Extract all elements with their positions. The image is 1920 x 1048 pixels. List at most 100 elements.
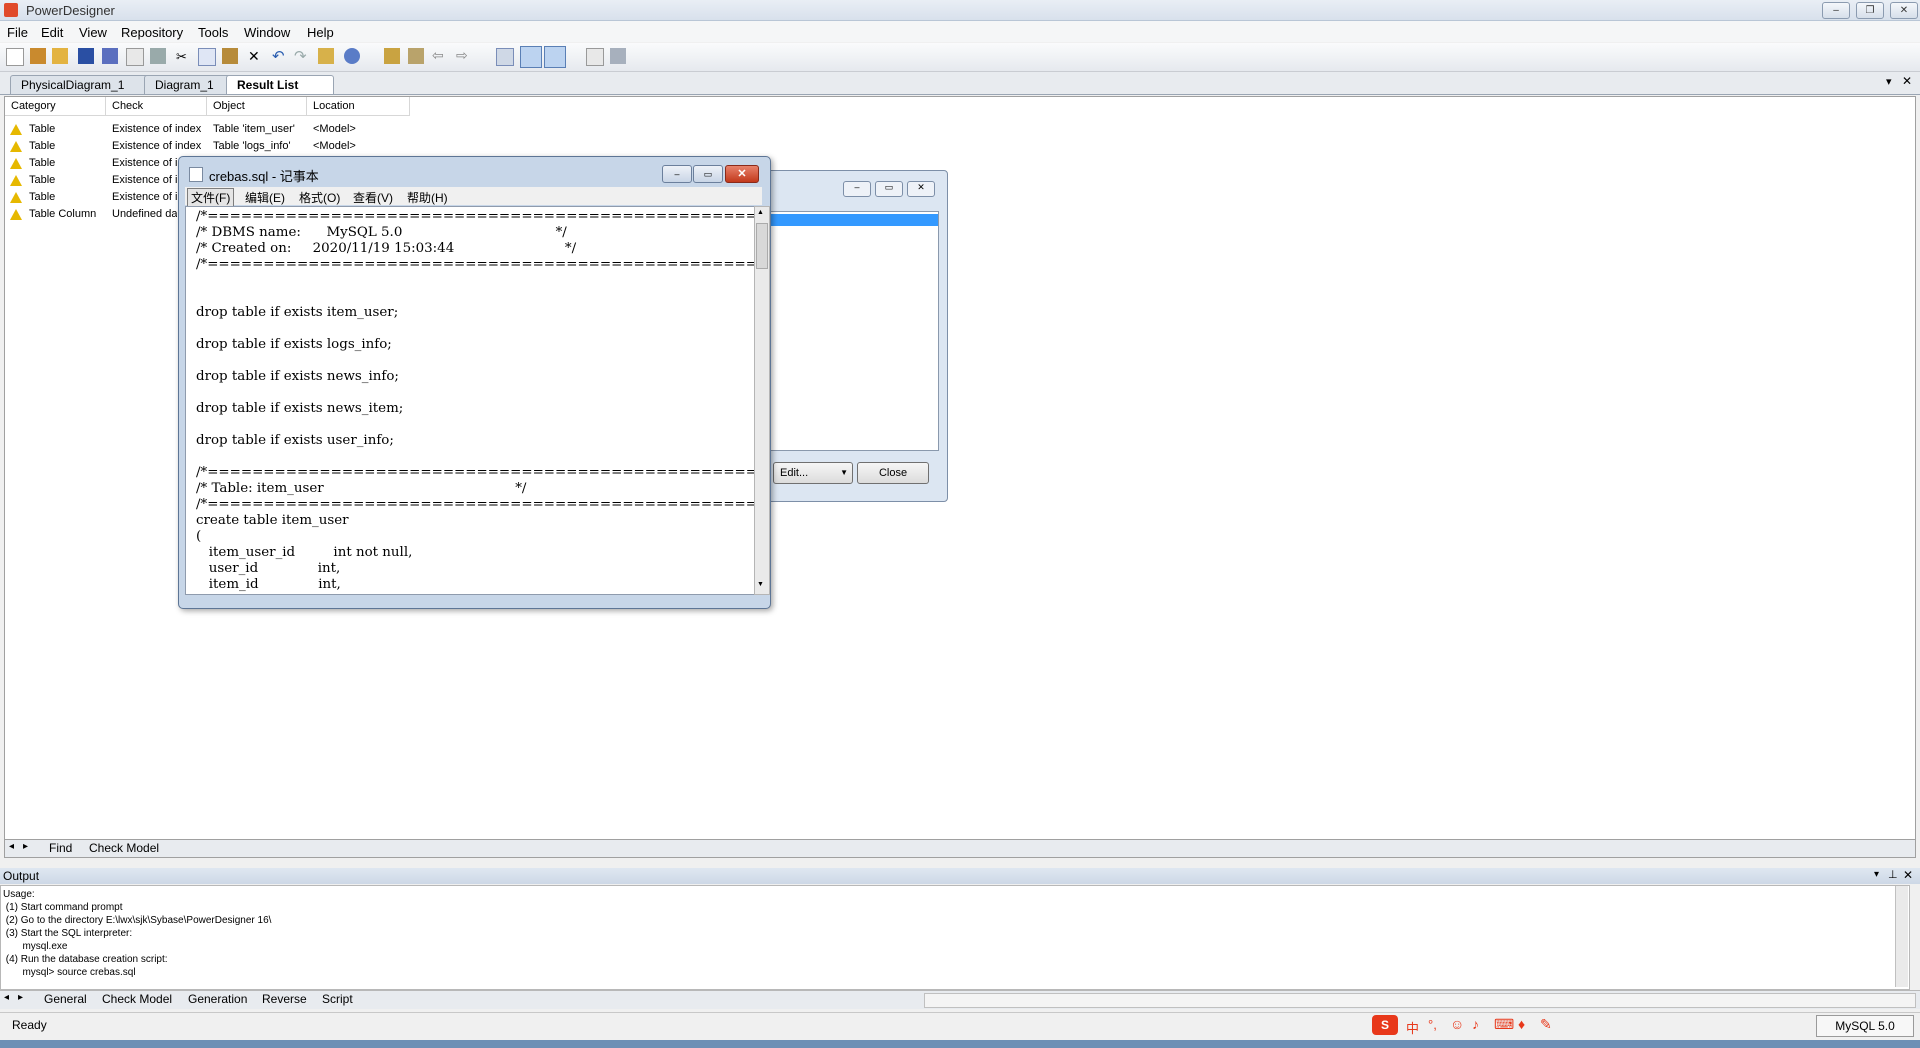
output-close-icon[interactable]: ✕ bbox=[1903, 868, 1913, 882]
output-toggle-icon[interactable] bbox=[544, 46, 566, 68]
browser-toggle-icon[interactable] bbox=[520, 46, 542, 68]
microphone-icon[interactable]: ♪ bbox=[1472, 1016, 1479, 1032]
table-row[interactable]: Table Existence of index Table 'logs_inf… bbox=[5, 138, 405, 155]
notepad-menu-edit[interactable]: 编辑(E) bbox=[245, 189, 285, 206]
tools-icon[interactable]: ✎ bbox=[1540, 1016, 1552, 1033]
scroll-right-icon[interactable]: ▸ bbox=[18, 992, 23, 1003]
column-header-check[interactable]: Check bbox=[106, 97, 207, 116]
tab-reverse[interactable]: Reverse bbox=[262, 992, 307, 1006]
check-model-icon[interactable] bbox=[384, 48, 400, 64]
menu-window[interactable]: Window bbox=[244, 25, 290, 40]
app-title: PowerDesigner bbox=[26, 3, 115, 18]
edit-dropdown-button[interactable]: Edit... ▼ bbox=[773, 462, 853, 484]
arrow-left-icon[interactable]: ⇦ bbox=[432, 47, 444, 64]
table-row[interactable]: Table Existence of i bbox=[5, 172, 177, 189]
table-row[interactable]: Table Existence of index Table 'item_use… bbox=[5, 121, 405, 138]
notepad-menu-format[interactable]: 格式(O) bbox=[299, 189, 340, 206]
menu-view[interactable]: View bbox=[79, 25, 107, 40]
column-header-category[interactable]: Category bbox=[5, 97, 106, 116]
zoom-icon[interactable] bbox=[496, 48, 514, 66]
pin-icon[interactable]: ⊥ bbox=[1888, 868, 1898, 881]
model-icon[interactable] bbox=[344, 48, 360, 64]
scroll-right-icon[interactable]: ▸ bbox=[23, 841, 28, 852]
new-icon[interactable] bbox=[6, 48, 24, 66]
dialog-minimize-button[interactable]: – bbox=[843, 181, 871, 197]
emoji-icon[interactable]: ☺ bbox=[1450, 1016, 1464, 1032]
cell-check: Existence of i bbox=[112, 174, 177, 186]
dialog-list[interactable] bbox=[767, 211, 939, 451]
delete-icon[interactable]: ✕ bbox=[248, 48, 260, 65]
notepad-close-button[interactable]: ✕ bbox=[725, 165, 759, 183]
open-icon[interactable] bbox=[52, 48, 68, 64]
menu-help[interactable]: Help bbox=[307, 25, 334, 40]
compare-icon[interactable] bbox=[408, 48, 424, 64]
tab-menu-icon[interactable]: ▾ bbox=[1886, 75, 1892, 88]
notepad-menu-bar: 文件(F) 编辑(E) 格式(O) 查看(V) 帮助(H) bbox=[185, 187, 762, 207]
notepad-text-area[interactable]: /*======================================… bbox=[185, 206, 755, 595]
dialog-close-icon[interactable]: ✕ bbox=[907, 181, 935, 197]
save-icon[interactable] bbox=[78, 48, 94, 64]
dialog-maximize-button[interactable]: ▭ bbox=[875, 181, 903, 197]
menu-edit[interactable]: Edit bbox=[41, 25, 63, 40]
dialog-close-button[interactable]: Close bbox=[857, 462, 929, 484]
paste-icon[interactable] bbox=[222, 48, 238, 64]
menu-file[interactable]: File bbox=[7, 25, 28, 40]
tab-physicaldiagram-1[interactable]: PhysicalDiagram_1 bbox=[10, 75, 154, 94]
ime-mode-label[interactable]: 中 bbox=[1406, 1018, 1419, 1037]
minimize-button[interactable]: – bbox=[1822, 2, 1850, 19]
notepad-menu-file[interactable]: 文件(F) bbox=[187, 188, 235, 207]
properties-icon[interactable] bbox=[318, 48, 334, 64]
output-menu-icon[interactable]: ▾ bbox=[1874, 869, 1879, 880]
tab-generation[interactable]: Generation bbox=[188, 992, 247, 1006]
notepad-menu-help[interactable]: 帮助(H) bbox=[407, 189, 448, 206]
skin-icon[interactable]: ♦ bbox=[1518, 1016, 1525, 1032]
column-header-object[interactable]: Object bbox=[207, 97, 307, 116]
tab-check-model[interactable]: Check Model bbox=[89, 841, 159, 855]
selected-row[interactable] bbox=[768, 214, 938, 226]
scroll-left-icon[interactable]: ◂ bbox=[4, 992, 9, 1003]
tab-result-list[interactable]: Result List bbox=[226, 75, 334, 94]
menu-repository[interactable]: Repository bbox=[121, 25, 183, 40]
scroll-thumb[interactable] bbox=[756, 223, 768, 269]
menu-tools[interactable]: Tools bbox=[198, 25, 228, 40]
scroll-down-icon[interactable]: ▼ bbox=[757, 581, 764, 588]
cut-icon[interactable]: ✂ bbox=[176, 49, 187, 65]
tab-close-icon[interactable]: ✕ bbox=[1902, 74, 1912, 88]
notepad-scrollbar[interactable]: ▲ ▼ bbox=[754, 206, 770, 595]
notepad-minimize-button[interactable]: – bbox=[662, 165, 692, 183]
ime-logo-icon[interactable]: S bbox=[1372, 1015, 1398, 1035]
keyboard-icon[interactable]: ⌨ bbox=[1494, 1016, 1514, 1033]
tab-check-model-output[interactable]: Check Model bbox=[102, 992, 172, 1006]
scroll-up-icon[interactable]: ▲ bbox=[757, 209, 764, 216]
tab-general[interactable]: General bbox=[44, 992, 87, 1006]
tab-script[interactable]: Script bbox=[322, 992, 353, 1006]
redo-icon[interactable]: ↷ bbox=[294, 47, 307, 65]
output-text-area[interactable]: Usage: (1) Start command prompt (2) Go t… bbox=[0, 885, 1910, 990]
table-row[interactable]: Table Existence of i bbox=[5, 155, 177, 172]
output-scrollbar[interactable] bbox=[1895, 886, 1908, 987]
warning-icon bbox=[10, 175, 22, 186]
horizontal-scrollbar[interactable] bbox=[924, 993, 1916, 1008]
notepad-menu-view[interactable]: 查看(V) bbox=[353, 189, 393, 206]
tab-diagram-1[interactable]: Diagram_1 bbox=[144, 75, 236, 94]
table-row[interactable]: Table Column Undefined dat bbox=[5, 206, 177, 223]
scroll-left-icon[interactable]: ◂ bbox=[9, 841, 14, 852]
cell-category: Table bbox=[29, 174, 56, 186]
notepad-maximize-button[interactable]: ▭ bbox=[693, 165, 723, 183]
print-setup-icon[interactable] bbox=[610, 48, 626, 64]
arrow-right-icon[interactable]: ⇨ bbox=[456, 47, 468, 64]
find-icon[interactable] bbox=[586, 48, 604, 66]
restore-button[interactable]: ❐ bbox=[1856, 2, 1884, 19]
new-project-icon[interactable] bbox=[30, 48, 46, 64]
print-preview-icon[interactable] bbox=[126, 48, 144, 66]
copy-icon[interactable] bbox=[198, 48, 216, 66]
ime-punctuation-icon[interactable]: °, bbox=[1428, 1017, 1437, 1032]
table-row[interactable]: Table Existence of i bbox=[5, 189, 177, 206]
close-button[interactable]: ✕ bbox=[1890, 2, 1918, 19]
undo-icon[interactable]: ↶ bbox=[272, 47, 285, 65]
save-all-icon[interactable] bbox=[102, 48, 118, 64]
column-header-location[interactable]: Location bbox=[307, 97, 410, 116]
print-icon[interactable] bbox=[150, 48, 166, 64]
sql-script-text[interactable]: /*======================================… bbox=[196, 209, 754, 593]
tab-find[interactable]: Find bbox=[49, 841, 72, 855]
